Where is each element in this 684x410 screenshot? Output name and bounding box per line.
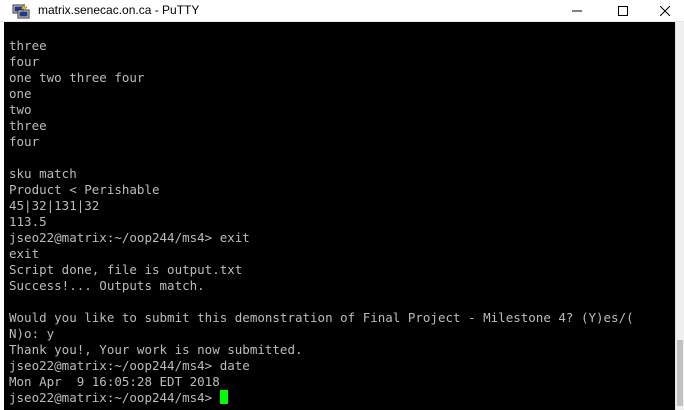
- terminal-prompt: jseo22@matrix:~/oop244/ms4>: [9, 390, 213, 405]
- terminal-line: one two three four: [9, 70, 145, 85]
- maximize-button[interactable]: [600, 0, 646, 21]
- terminal-line: exit: [9, 246, 40, 261]
- terminal-line: Mon Apr 9 16:05:28 EDT 2018: [9, 374, 220, 389]
- terminal-line: four: [9, 54, 40, 69]
- scrollbar-thumb[interactable]: [677, 340, 683, 406]
- terminal-line: three: [9, 118, 47, 133]
- terminal-line: two: [9, 102, 32, 117]
- putty-icon[interactable]: [12, 3, 30, 19]
- close-icon: [660, 5, 670, 16]
- terminal-prompt-line[interactable]: jseo22@matrix:~/oop244/ms4>: [9, 390, 634, 406]
- terminal-cursor: [220, 390, 229, 404]
- terminal-line: N)o: y: [9, 326, 55, 341]
- terminal-line: Would you like to submit this demonstrat…: [9, 310, 634, 325]
- close-button[interactable]: [646, 0, 684, 21]
- putty-window: matrix.senecac.on.ca - PuTTY three four …: [0, 0, 684, 410]
- terminal-line: Success!... Outputs match.: [9, 278, 205, 293]
- maximize-icon: [618, 5, 628, 16]
- terminal-line: jseo22@matrix:~/oop244/ms4> exit: [9, 230, 250, 245]
- vertical-scrollbar[interactable]: [675, 22, 684, 410]
- terminal-output: three four one two three four one two th…: [9, 38, 634, 406]
- terminal-line: Thank you!, Your work is now submitted.: [9, 342, 303, 357]
- terminal-line: Product < Perishable: [9, 182, 160, 197]
- window-title: matrix.senecac.on.ca - PuTTY: [38, 3, 200, 17]
- terminal-line: four: [9, 134, 40, 149]
- title-bar[interactable]: matrix.senecac.on.ca - PuTTY: [0, 0, 684, 22]
- terminal-line: Script done, file is output.txt: [9, 262, 243, 277]
- terminal-line: sku match: [9, 166, 77, 181]
- terminal-line: one: [9, 86, 32, 101]
- terminal-screen[interactable]: three four one two three four one two th…: [4, 22, 675, 410]
- terminal-line: three: [9, 38, 47, 53]
- minimize-icon: [572, 6, 582, 16]
- terminal-line: 113.5: [9, 214, 47, 229]
- terminal-line: 45|32|131|32: [9, 198, 100, 213]
- terminal-line: jseo22@matrix:~/oop244/ms4> date: [9, 358, 250, 373]
- minimize-button[interactable]: [554, 0, 600, 21]
